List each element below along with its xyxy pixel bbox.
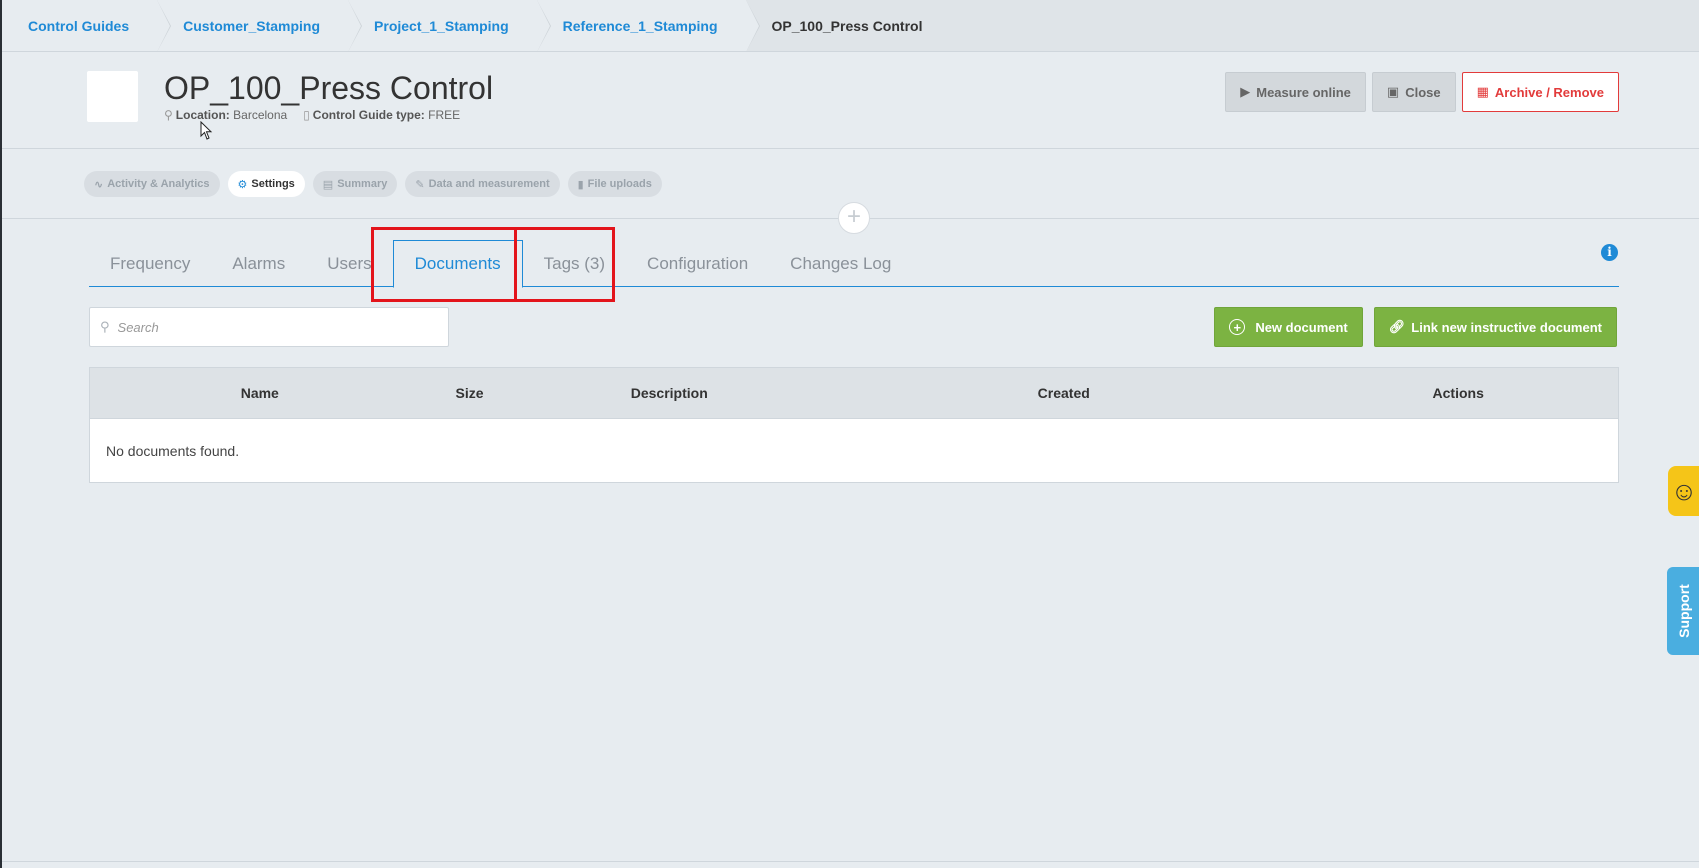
document-icon: ▤ [322, 178, 334, 191]
search-input[interactable] [117, 319, 418, 335]
breadcrumb-project[interactable]: Project_1_Stamping [348, 0, 551, 51]
column-actions: Actions [1432, 385, 1484, 401]
column-created[interactable]: Created [829, 385, 1298, 401]
column-description[interactable]: Description [509, 385, 829, 401]
map-pin-icon: ⚲ [164, 108, 173, 122]
location-info: ⚲ Location: Barcelona [164, 108, 287, 122]
pill-label: Settings [251, 178, 295, 190]
location-label: Location: [175, 108, 230, 122]
pill-summary[interactable]: ▤ Summary [312, 171, 398, 197]
empty-state: No documents found. [106, 442, 240, 459]
pill-data-measurement[interactable]: ✎ Data and measurement [405, 171, 560, 197]
breadcrumb-reference[interactable]: Reference_1_Stamping [536, 0, 760, 51]
new-document-button[interactable]: + New document [1214, 307, 1363, 347]
tab-users[interactable]: Users [306, 240, 392, 287]
page-header: OP_100_Press Control ⚲ Location: Barcelon… [2, 52, 1699, 149]
file-icon: ▮ [577, 178, 584, 191]
measure-online-label: Measure online [1256, 84, 1351, 100]
footer-divider [2, 861, 1699, 862]
add-section-button[interactable]: + [838, 202, 870, 234]
close-button[interactable]: ▣ Close [1371, 72, 1456, 112]
close-label: Close [1405, 84, 1441, 100]
info-icon[interactable]: i [1601, 244, 1618, 261]
pill-label: Summary [337, 178, 388, 190]
pencil-icon: ✎ [415, 178, 425, 191]
tab-tags[interactable]: Tags (3) [523, 240, 626, 287]
pill-activity-analytics[interactable]: ∿ Activity & Analytics [84, 171, 220, 197]
settings-tabs: Frequency Alarms Users Documents Tags (3… [89, 240, 1619, 288]
link-document-label: Link new instructive document [1411, 319, 1602, 335]
book-icon: ▯ [303, 108, 310, 122]
breadcrumb: Control Guides Customer_Stamping Project… [2, 0, 1699, 52]
pill-file-uploads[interactable]: ▮ File uploads [567, 171, 662, 197]
plus-circle-icon: + [1229, 319, 1246, 335]
type-label: Control Guide type: [312, 108, 425, 122]
link-icon: 🔗︎ [1388, 319, 1406, 334]
column-name[interactable]: Name [90, 385, 430, 401]
pill-label: Activity & Analytics [107, 178, 210, 190]
link-document-button[interactable]: 🔗︎ Link new instructive document [1373, 307, 1617, 347]
folder-icon: ▣ [1386, 84, 1400, 99]
table-header: Name Size Description Created Actions [90, 368, 1618, 419]
breadcrumb-current: OP_100_Press Control [745, 0, 951, 51]
tab-changes-log[interactable]: Changes Log [769, 240, 912, 287]
tab-alarms[interactable]: Alarms [211, 240, 306, 287]
location-value: Barcelona [233, 108, 288, 122]
documents-table: Name Size Description Created Actions No… [89, 367, 1619, 483]
page-title: OP_100_Press Control [164, 70, 494, 106]
search-icon: ⚲ [100, 319, 110, 334]
type-info: ▯ Control Guide type: FREE [303, 108, 460, 122]
section-nav: ∿ Activity & Analytics ⚙ Settings ▤ Summ… [2, 149, 1699, 234]
feedback-smiley-icon[interactable]: ☺ [1668, 466, 1699, 516]
search-box: ⚲ [89, 307, 449, 347]
header-actions: ▶ Measure online ▣ Close ▦ Archive / Rem… [1225, 72, 1619, 112]
pill-settings[interactable]: ⚙ Settings [227, 171, 305, 197]
breadcrumb-control-guides[interactable]: Control Guides [2, 0, 172, 51]
gear-icon: ⚙ [237, 178, 248, 191]
support-label: Support [1676, 584, 1692, 638]
mouse-cursor-icon [200, 121, 213, 140]
new-document-label: New document [1255, 319, 1348, 335]
pill-label: Data and measurement [428, 178, 550, 190]
column-size[interactable]: Size [430, 385, 510, 401]
type-value: FREE [428, 108, 461, 122]
breadcrumb-customer[interactable]: Customer_Stamping [157, 0, 362, 51]
page-meta: ⚲ Location: Barcelona ▯ Control Guide type… [164, 108, 460, 122]
tab-frequency[interactable]: Frequency [89, 240, 211, 287]
tab-documents[interactable]: Documents [392, 240, 523, 288]
support-button[interactable]: Support [1667, 567, 1699, 655]
tab-configuration[interactable]: Configuration [626, 240, 769, 287]
control-guide-thumbnail [87, 71, 138, 122]
folder-open-icon: ▦ [1476, 84, 1489, 99]
archive-remove-label: Archive / Remove [1494, 84, 1604, 100]
archive-remove-button[interactable]: ▦ Archive / Remove [1461, 72, 1619, 112]
measure-online-button[interactable]: ▶ Measure online [1225, 72, 1366, 112]
pill-label: File uploads [587, 178, 652, 190]
document-actions: + New document 🔗︎ Link new instructive d… [1214, 307, 1617, 347]
activity-icon: ∿ [94, 178, 104, 191]
play-icon: ▶ [1240, 84, 1251, 99]
